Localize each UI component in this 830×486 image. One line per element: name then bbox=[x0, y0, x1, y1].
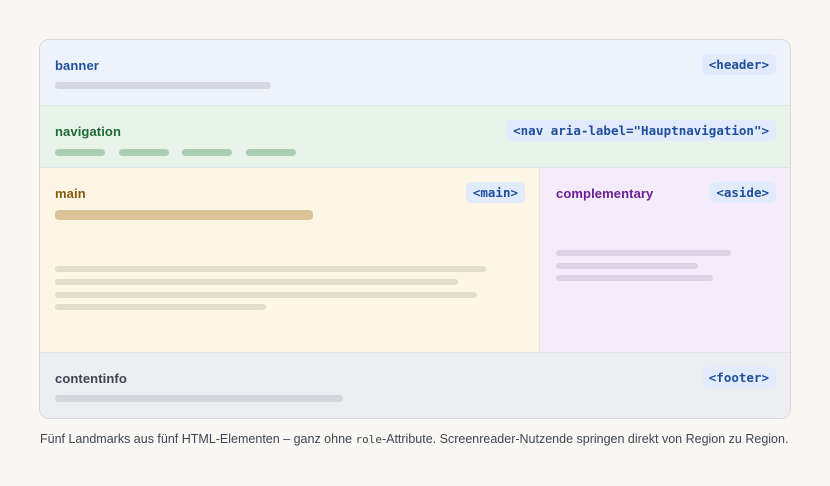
header-tag: <header> bbox=[701, 54, 776, 75]
landmark-diagram: banner <header> navigation <nav aria-lab… bbox=[39, 39, 791, 419]
caption: Fünf Landmarks aus fünf HTML-Elementen –… bbox=[40, 432, 788, 446]
main-text-line bbox=[55, 266, 486, 272]
nav-tag: <nav aria-label="Hauptnavigation"> bbox=[506, 120, 776, 141]
complementary-region: complementary <aside> bbox=[540, 168, 790, 352]
aside-text-line bbox=[556, 250, 731, 256]
navigation-region: navigation <nav aria-label="Hauptnavigat… bbox=[40, 106, 790, 168]
footer-placeholder-bar bbox=[55, 395, 343, 402]
main-label: main bbox=[55, 186, 86, 201]
contentinfo-region: contentinfo <footer> bbox=[40, 352, 790, 418]
main-tag: <main> bbox=[465, 182, 525, 203]
aside-tag: <aside> bbox=[709, 182, 776, 203]
main-text-line bbox=[55, 304, 266, 310]
nav-placeholder-link bbox=[246, 149, 296, 156]
nav-placeholder-link bbox=[119, 149, 169, 156]
contentinfo-label: contentinfo bbox=[55, 371, 127, 386]
footer-tag: <footer> bbox=[701, 367, 776, 388]
banner-region: banner <header> bbox=[40, 40, 790, 106]
caption-text-start: Fünf Landmarks aus fünf HTML-Elementen –… bbox=[40, 432, 356, 446]
main-region: main <main> bbox=[40, 168, 540, 352]
main-heading-placeholder bbox=[55, 210, 313, 220]
nav-placeholder-link bbox=[182, 149, 232, 156]
banner-label: banner bbox=[55, 58, 99, 73]
main-text-line bbox=[55, 292, 477, 298]
banner-placeholder-bar bbox=[55, 82, 271, 89]
main-text-line bbox=[55, 279, 458, 285]
nav-placeholder-link bbox=[55, 149, 105, 156]
aside-text-line bbox=[556, 275, 713, 281]
caption-code: role bbox=[355, 433, 382, 446]
navigation-label: navigation bbox=[55, 124, 122, 139]
aside-text-line bbox=[556, 263, 698, 269]
complementary-label: complementary bbox=[556, 186, 654, 201]
caption-text-end: -Attribute. Screenreader-Nutzende spring… bbox=[381, 432, 789, 446]
